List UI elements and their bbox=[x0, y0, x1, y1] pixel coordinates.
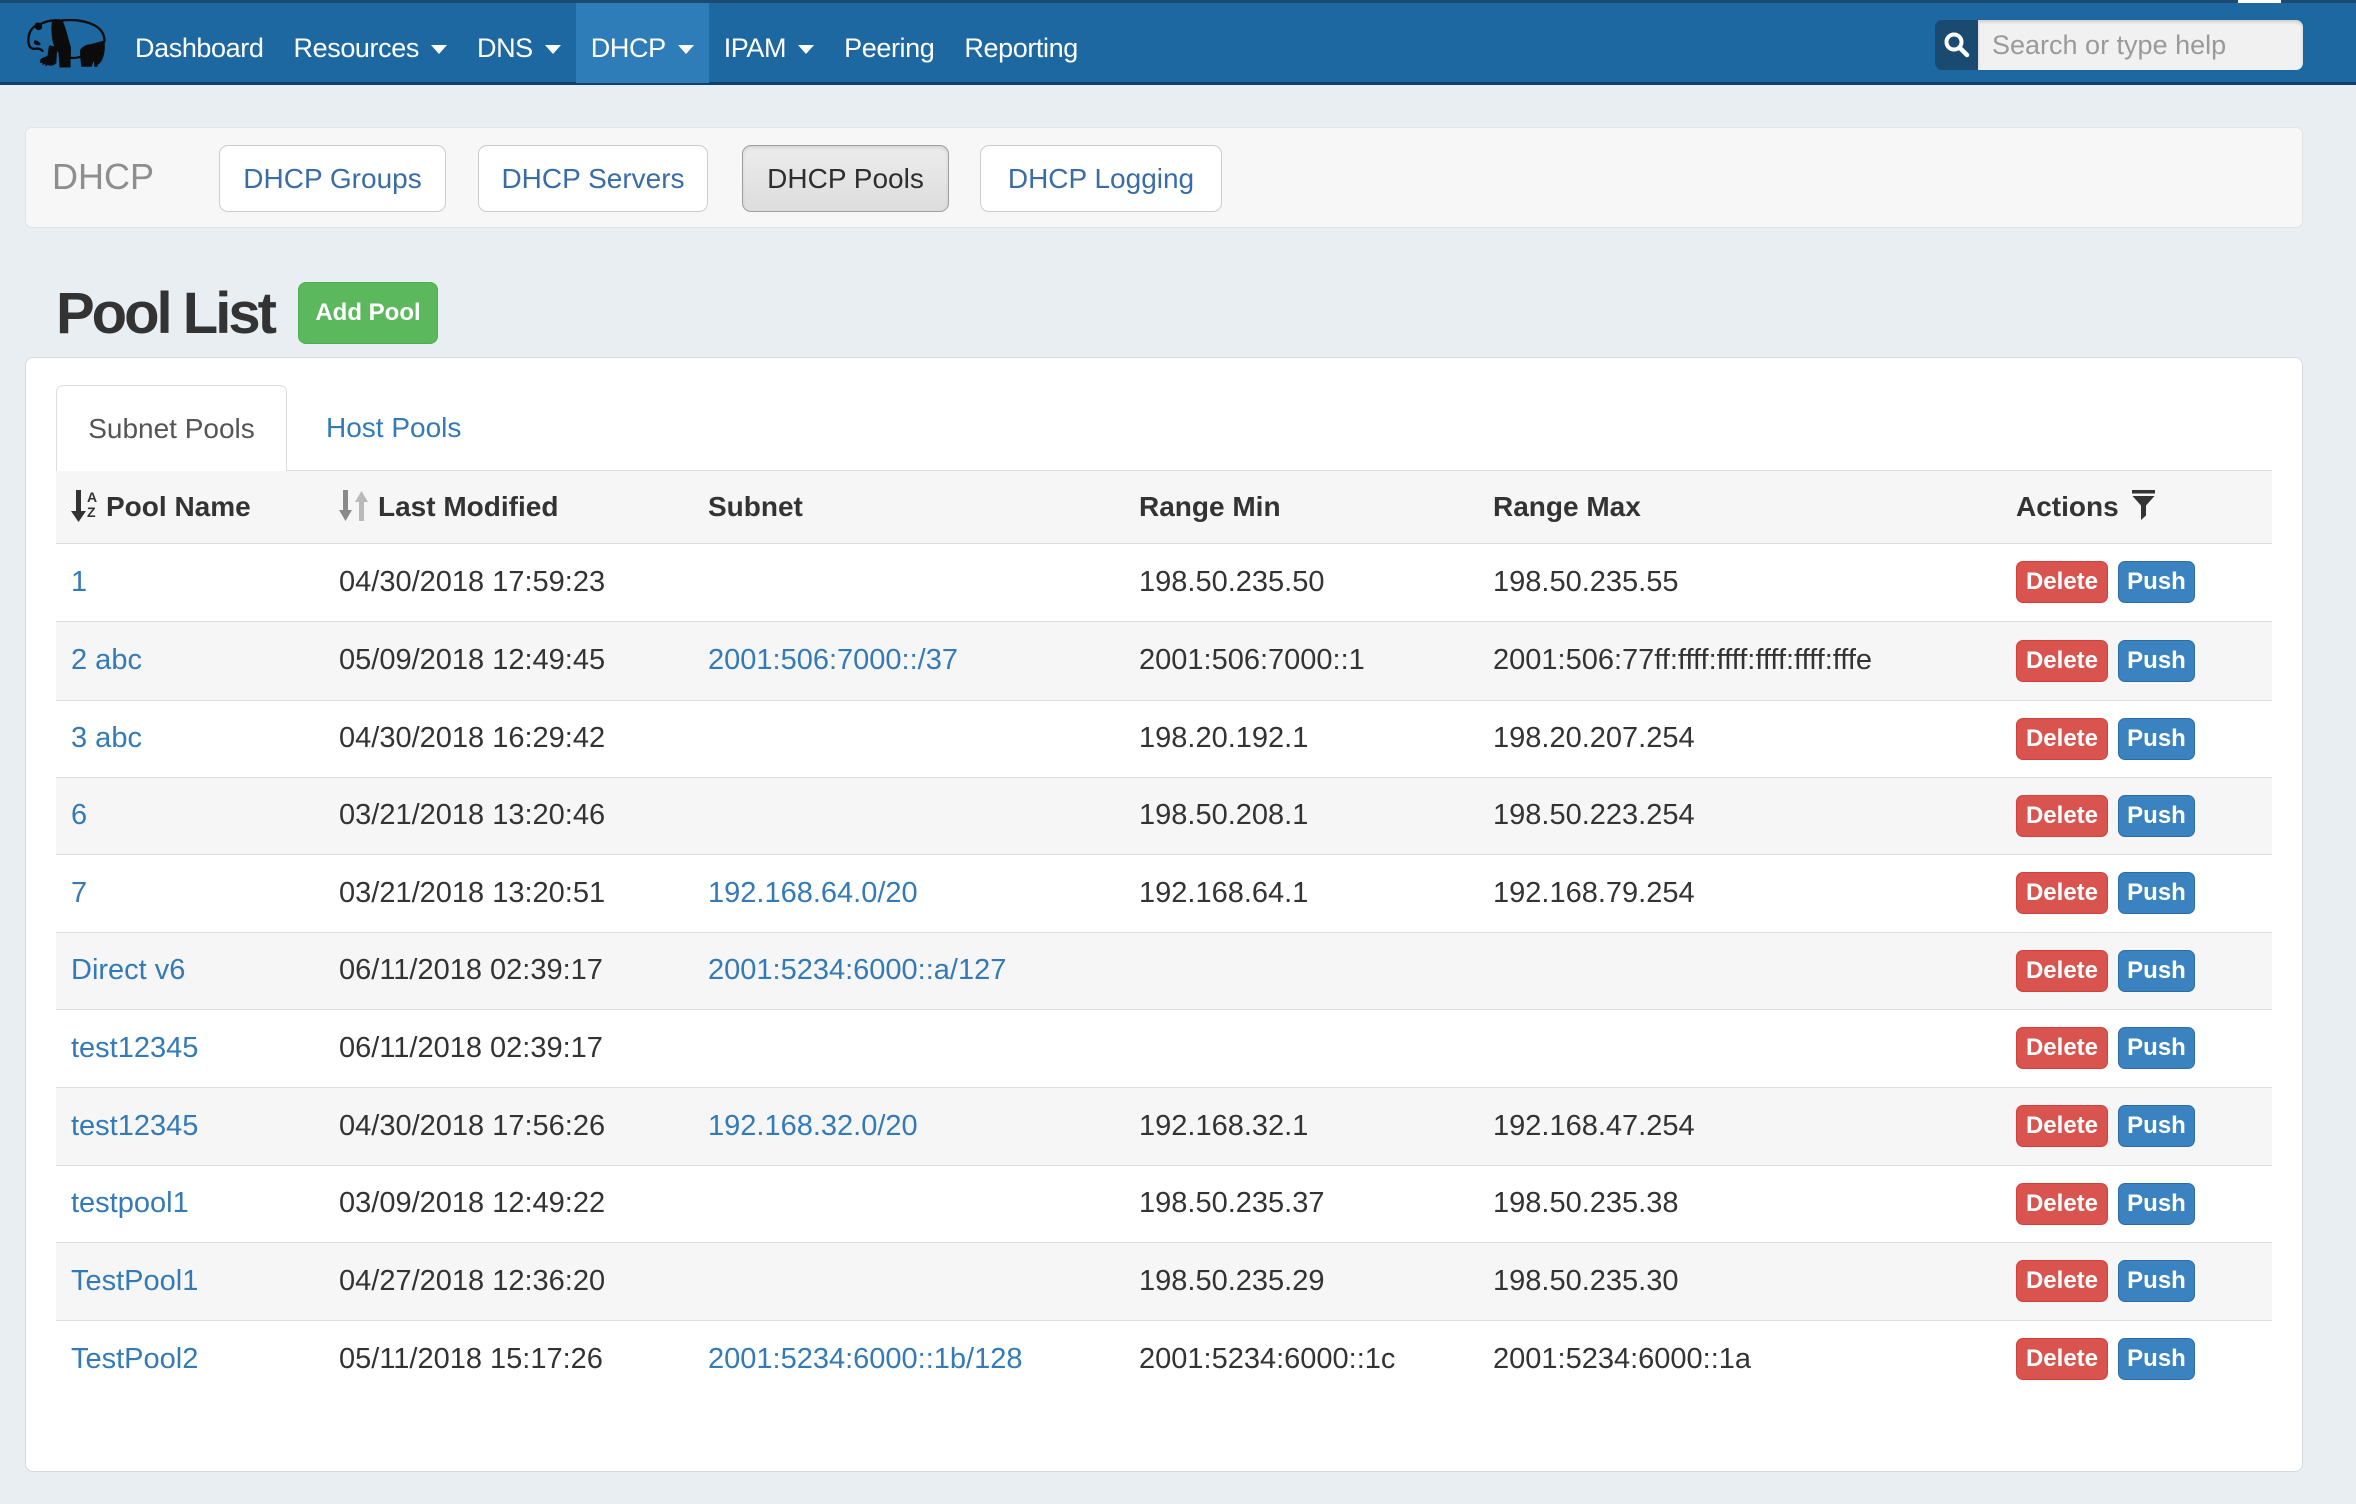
svg-text:Z: Z bbox=[87, 504, 96, 520]
svg-text:A: A bbox=[87, 490, 97, 505]
